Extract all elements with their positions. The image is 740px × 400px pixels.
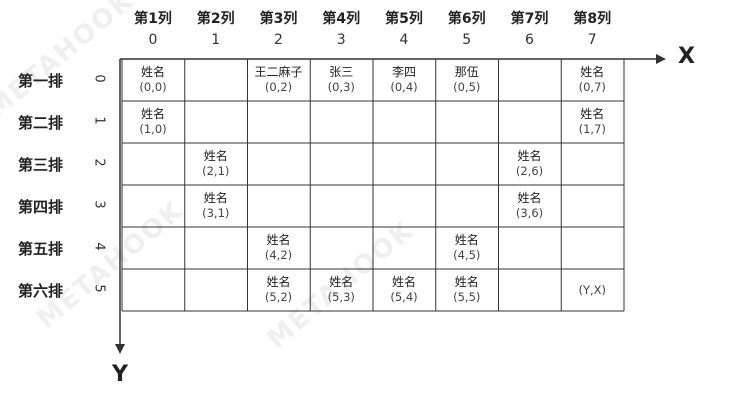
column-label: 第5列 [385,11,423,27]
seat-cell: 姓名 (5,5) [436,269,498,311]
row-index: 2 [91,158,107,167]
seat-coordinate: (Y,X) [578,282,607,297]
seat-coordinate: (2,1) [202,164,230,178]
seat-coordinate: (1,0) [139,122,167,136]
seat-cell: 姓名 (5,2) [248,269,310,311]
row-label: 第六排 [18,282,64,300]
seat-cell: 姓名 (4,2) [248,227,310,269]
seat-cell: 姓名 (0,0) [122,59,184,101]
row-label: 第四排 [18,198,64,216]
seat-name: 那伍 [454,65,479,79]
seat-coordinate: (0,7) [578,80,606,94]
seat-coordinate: (5,3) [327,290,355,304]
seat-coordinate: (3,1) [202,206,230,220]
seat-name: 姓名 [329,275,354,289]
column-label: 第8列 [573,11,612,27]
seat-cell: 张三 (0,3) [310,59,372,101]
row-index: 0 [91,74,107,83]
row-label: 第五排 [18,240,64,258]
seat-coordinate: (2,6) [515,164,544,178]
seat-coordinate: (3,6) [515,206,544,220]
seat-coordinate: (1,7) [578,122,606,136]
seat-name: 姓名 [391,275,416,289]
seat-cell: 姓名 (4,5) [436,227,498,269]
column-index: 7 [587,32,597,48]
row-index: 5 [91,284,107,293]
seat-cell: 姓名 (2,1) [185,143,247,185]
seat-name: 姓名 [140,65,165,79]
row-label: 第一排 [18,72,64,90]
seat-cell: 姓名 (3,6) [499,185,561,227]
seat-name: 姓名 [517,191,542,205]
column-index: 1 [211,32,221,48]
seat-coordinate: (0,3) [327,80,355,94]
seat-cell: 姓名 (5,4) [373,269,435,311]
seat-name: 李四 [391,65,416,79]
seat-cell: 姓名 (1,7) [561,101,623,143]
seat-cell: 王二麻子 (0,2) [248,59,310,101]
seat-name: 姓名 [266,275,291,289]
seat-cell: 姓名 (0,7) [561,59,623,101]
column-label: 第3列 [259,11,298,27]
seat-coordinate: (4,5) [453,248,481,262]
seat-name: 张三 [329,65,354,79]
seat-coordinate: (5,2) [264,290,293,304]
seat-name: 姓名 [203,191,228,205]
row-index: 3 [91,200,107,209]
seat-name: 姓名 [580,107,605,121]
seat-cell: (Y,X) [561,269,623,311]
x-axis-label: X [678,44,695,69]
column-label: 第4列 [322,11,361,27]
column-index: 3 [336,32,346,48]
column-index: 6 [525,32,534,48]
seat-coordinate: (0,5) [453,80,481,94]
seat-name: 姓名 [517,149,542,163]
seat-cell: 姓名 (5,3) [310,269,372,311]
seat-name: 姓名 [203,149,228,163]
seat-name: 姓名 [454,275,479,289]
column-index: 5 [462,32,472,48]
y-axis-label: Y [112,362,128,387]
seat-name: 姓名 [454,233,479,247]
column-label: 第1列 [134,11,172,27]
column-index: 4 [399,32,409,48]
row-index: 1 [91,116,107,125]
seat-coordinate: (5,4) [390,290,418,304]
column-index: 2 [274,32,283,48]
seat-coordinate: (0,0) [139,80,167,94]
column-label: 第7列 [510,11,549,27]
seat-name: 姓名 [580,65,605,79]
seat-name: 王二麻子 [254,65,303,79]
seat-cell: 那伍 (0,5) [436,59,498,101]
column-label: 第6列 [447,11,486,27]
seat-cell: 姓名 (3,1) [185,185,247,227]
seat-cell: 姓名 (1,0) [122,101,184,143]
column-label: 第2列 [196,11,235,27]
row-index: 4 [91,242,107,251]
row-label: 第二排 [18,114,64,132]
seat-cell: 姓名 (2,6) [499,143,561,185]
seat-coordinate: (5,5) [453,290,481,304]
seat-coordinate: (4,2) [264,248,293,262]
seat-name: 姓名 [140,107,165,121]
row-label: 第三排 [18,156,64,174]
column-index: 0 [148,32,158,48]
seat-coordinate: (0,4) [390,80,418,94]
seat-coordinate: (0,2) [264,80,293,94]
seat-name: 姓名 [266,233,291,247]
seat-cell: 李四 (0,4) [373,59,435,101]
